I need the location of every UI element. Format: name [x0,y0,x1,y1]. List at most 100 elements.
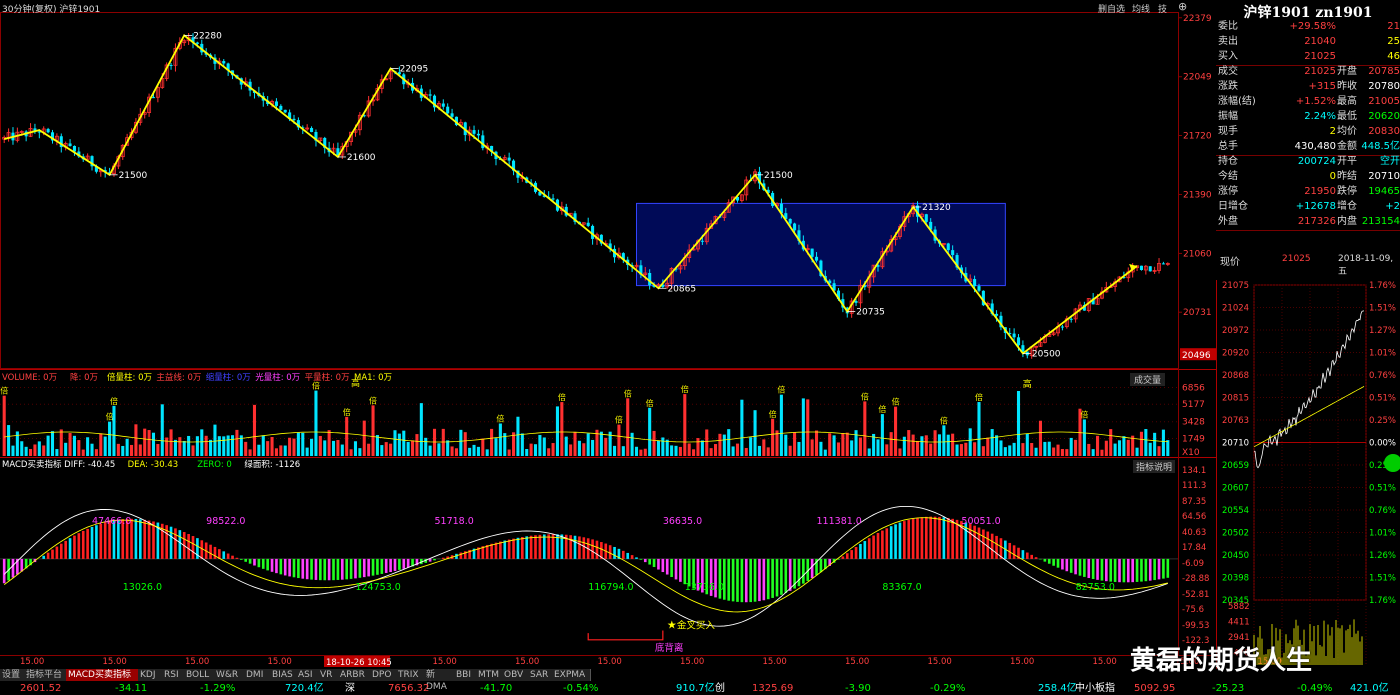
toolbar-indicator-button[interactable]: 技 [1158,2,1167,15]
quote-value: 430,480 [1294,141,1336,152]
volume-bar [384,442,388,456]
tab-15[interactable]: BBI [454,669,477,681]
volume-bar [898,448,902,456]
volume-bar [1091,449,1095,456]
candle-body [1012,333,1016,338]
volume-bar [863,401,867,456]
volume-bar [1069,437,1073,456]
volume-marker-text: 倍 [646,398,654,408]
volume-bar [648,407,652,456]
candle-body [428,94,432,96]
quote-label-2: 金额 [1337,141,1357,152]
tab-10[interactable]: VR [318,669,339,681]
volume-bar [819,441,823,456]
indicator-help-button[interactable]: 指标说明 [1133,460,1176,473]
quote-label-2: 昨收 [1337,81,1357,92]
volume-legend-item: VOLUME: 0万 [2,373,57,383]
intraday-y-tick-label: 20659 [1222,461,1249,471]
tab-14[interactable]: 新DMA [424,669,455,692]
quote-row: 总手 430,480 金额 448.5亿 [1216,139,1400,154]
volume-bar [577,440,581,456]
tab-2[interactable]: MACD买卖指标 [66,669,139,681]
tab-18[interactable]: SAR [528,669,553,681]
tab-1[interactable]: 指标平台 [24,669,67,681]
volume-bar [1126,439,1130,456]
quote-row: 涨跌 +315 昨收 20780 [1216,79,1400,94]
volume-bar [77,440,81,456]
volume-bar [209,439,213,456]
tab-19[interactable]: EXPMA [552,669,591,681]
volume-bar [310,438,314,456]
volume-legend-item: 倍量柱: 0万 [107,372,152,383]
volume-bar [112,405,116,456]
volume-bar [301,432,305,456]
volume-marker-text: 高 [351,377,360,389]
volume-bar [525,449,529,456]
time-axis-label: 15.00 [1010,657,1034,667]
volume-bar [591,439,595,456]
volume-bar [406,441,410,456]
macd-y-tick-label: 111.3 [1182,481,1206,491]
volume-bar [542,437,546,456]
intraday-pct-tick-label: 0.25% [1369,416,1396,426]
tab-4[interactable]: RSI [162,669,185,681]
volume-bar [678,446,682,456]
volume-marker-text: 倍 [975,392,983,402]
tab-11[interactable]: ARBR [338,669,371,681]
volume-bar [626,398,630,456]
tab-9[interactable]: ASI [296,669,319,681]
tab-6[interactable]: W&R [214,669,245,681]
tab-16[interactable]: MTM [476,669,503,681]
volume-bar [968,428,972,456]
tab-0[interactable]: 设置 [0,669,25,681]
macd-area-label: 83367.0 [882,582,921,593]
toolbar-remove-favorite-button[interactable]: 删自选 [1098,2,1125,15]
candle-body [551,198,555,200]
volume-bar [652,430,656,456]
volume-bar [459,429,463,456]
intraday-avg-line [1253,386,1365,448]
quote-value: 2 [1329,126,1336,137]
toolbar-ma-button[interactable]: 均线 [1132,2,1150,15]
volume-bar [1148,442,1152,456]
quote-value: 2.24% [1304,111,1336,122]
volume-bar [911,434,915,456]
volume-bar [178,437,182,456]
quote-label: 成交 [1218,66,1238,77]
time-axis-label: 15.00 [845,657,869,667]
volume-bar [472,444,476,456]
candle-body [222,61,226,64]
volume-bar [1043,441,1047,456]
quote-value-2: 21005 [1368,96,1400,107]
volume-bar [560,402,564,456]
pivot-label: 22280 [193,31,222,41]
quote-value-2: 20620 [1368,111,1400,122]
index-value: 创 [715,683,725,694]
tab-17[interactable]: OBV [502,669,529,681]
candle-body [793,223,797,231]
volume-bar [266,441,270,456]
index-value: 5092.95 [1134,683,1176,694]
chart-canvas: 2237922049217202139021060207312049621500… [0,0,1400,669]
macd-area-label: 98522.0 [206,516,245,527]
volume-bar [951,433,955,456]
intraday-y-tick-label: 20868 [1222,371,1249,381]
volume-bar [555,406,559,456]
tab-3[interactable]: KDJ [138,669,163,681]
volume-panel-button[interactable]: 成交量 [1130,373,1166,386]
volume-bar [160,404,164,456]
tab-8[interactable]: BIAS [270,669,297,681]
volume-marker-text: 倍 [681,384,689,394]
volume-bar [902,436,906,456]
candle-body [310,128,314,132]
volume-bar [955,444,959,456]
quote-value: 0 [1329,171,1336,182]
tab-13[interactable]: TRIX [396,669,425,681]
tab-7[interactable]: DMI [244,669,271,681]
tab-5[interactable]: BOLL [184,669,215,681]
volume-bar [463,432,467,456]
volume-legend-item: 降: 0万 [70,372,98,383]
tab-12[interactable]: DPO [370,669,397,681]
settings-icon[interactable]: ⊕ [1178,0,1187,13]
volume-bar [999,440,1003,456]
